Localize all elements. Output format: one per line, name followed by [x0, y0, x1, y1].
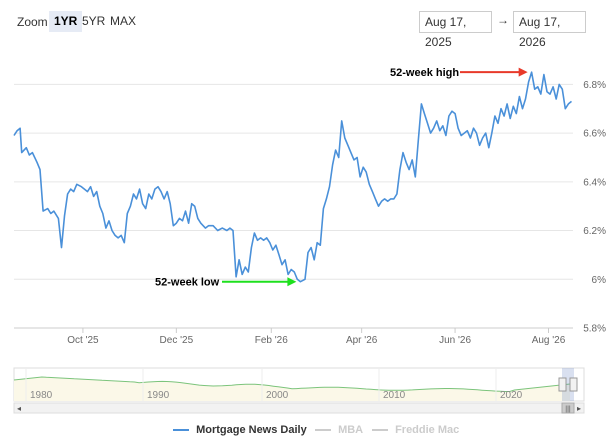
legend-swatch-mba [315, 429, 331, 432]
navigator-grip-icon: ||| [565, 406, 571, 413]
navigator-scrollbar [13, 402, 585, 414]
navigator-year-label: 1990 [147, 390, 170, 401]
x-tick-label: Oct '25 [67, 335, 99, 346]
annotation-label: 52-week low [155, 277, 220, 289]
y-tick-label: 6.8% [583, 80, 606, 91]
x-tick-label: Aug '26 [532, 335, 566, 346]
y-tick-label: 5.8% [583, 324, 606, 335]
annotation-label: 52-week high [390, 67, 459, 79]
y-tick-label: 6% [592, 275, 607, 286]
x-tick-label: Dec '25 [160, 335, 194, 346]
series-line-mortgage-news-daily [13, 71, 573, 283]
x-tick-label: Jun '26 [439, 335, 471, 346]
navigator-handle-left [558, 377, 567, 392]
legend-swatch-freddie-mac [372, 429, 388, 432]
y-gridlines [14, 83, 573, 329]
navigator-year-label: 2020 [500, 390, 523, 401]
annotation-arrowhead [287, 277, 297, 287]
x-axis-labels: Oct '25 Dec '25 Feb '26 Apr '26 Jun '26 Aug '… [14, 327, 573, 346]
legend-item-mortgage-news-daily[interactable]: Mortgage News Daily [173, 424, 307, 440]
legend-label-mba: MBA [338, 424, 364, 437]
scroll-left-icon: ◂ [17, 404, 21, 413]
annotation-arrowhead [518, 67, 528, 77]
y-tick-label: 6.6% [583, 129, 606, 140]
navigator-year-label: 2000 [266, 390, 289, 401]
legend-label-mortgage-news-daily: Mortgage News Daily [196, 424, 307, 437]
y-tick-label: 6.2% [583, 226, 606, 237]
x-tick-label: Feb '26 [255, 335, 288, 346]
y-tick-label: 6.4% [583, 177, 606, 188]
legend-item-mba[interactable]: MBA [315, 424, 363, 440]
legend-item-freddie-mac[interactable]: Freddie Mac [372, 424, 459, 440]
navigator[interactable]: 1980 1990 2000 2010 2020 ||| ◂ ▸ [13, 367, 585, 414]
navigator-year-label: 1980 [30, 390, 53, 401]
y-axis-labels: 5.8% 6% 6.2% 6.4% 6.6% 6.8% [583, 80, 606, 335]
legend-swatch-mortgage-news-daily [173, 429, 189, 432]
navigator-handle-right [569, 377, 578, 392]
annotations: 52-week high 52-week low [155, 67, 528, 289]
x-tick-label: Apr '26 [346, 335, 378, 346]
legend-label-freddie-mac: Freddie Mac [395, 424, 460, 437]
scroll-right-icon: ▸ [577, 404, 581, 413]
navigator-year-label: 2010 [383, 390, 406, 401]
rate-chart: 5.8% 6% 6.2% 6.4% 6.6% 6.8% Oct '25 Dec '25 Feb… [13, 67, 606, 414]
legend: Mortgage News Daily MBA Freddie Mac [0, 424, 610, 440]
